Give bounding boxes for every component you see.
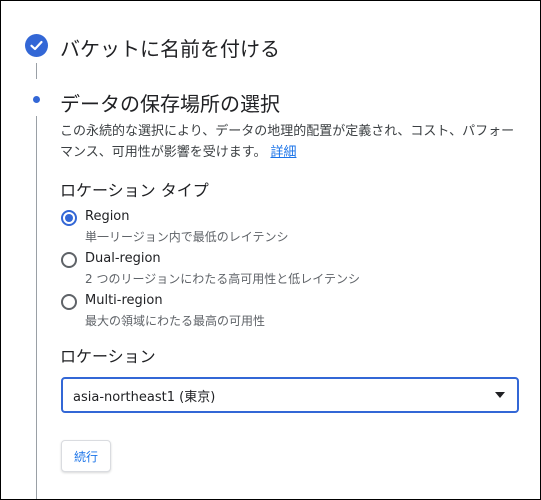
step-rail	[36, 116, 37, 499]
radio-dual-region[interactable]	[61, 252, 77, 268]
location-select[interactable]: asia-northeast1 (東京)	[61, 377, 519, 413]
check-circle-icon	[25, 34, 48, 57]
step-location-title: データの保存場所の選択	[60, 92, 280, 116]
radio-label: Multi-region	[85, 293, 163, 308]
radio-region[interactable]	[61, 210, 77, 226]
step-connector	[36, 63, 37, 79]
learn-more-link[interactable]: 詳細	[270, 145, 296, 160]
step-description: この永続的な選択により、データの地理的配置が定義され、コスト、パフォーマンス、可…	[60, 121, 515, 163]
dropdown-arrow-icon[interactable]	[495, 392, 505, 398]
radio-label: Region	[85, 209, 130, 224]
location-type-label: ロケーション タイプ	[60, 181, 209, 200]
continue-button[interactable]: 続行	[61, 440, 111, 472]
create-bucket-panel: バケットに名前を付ける データの保存場所の選択 この永続的な選択により、データの…	[0, 0, 541, 500]
radio-multi-region[interactable]	[61, 294, 77, 310]
radio-label: Dual-region	[85, 251, 161, 266]
radio-description: 最大の領域にわたる最高の可用性	[85, 314, 266, 328]
location-select-value: asia-northeast1 (東京)	[73, 390, 216, 405]
location-label: ロケーション	[60, 347, 156, 366]
radio-description: 単一リージョン内で最低のレイテンシ	[85, 230, 289, 244]
step-name-bucket-title[interactable]: バケットに名前を付ける	[60, 33, 280, 62]
radio-description: 2 つのリージョンにわたる高可用性と低レイテンシ	[85, 272, 360, 286]
current-step-dot	[33, 96, 40, 103]
